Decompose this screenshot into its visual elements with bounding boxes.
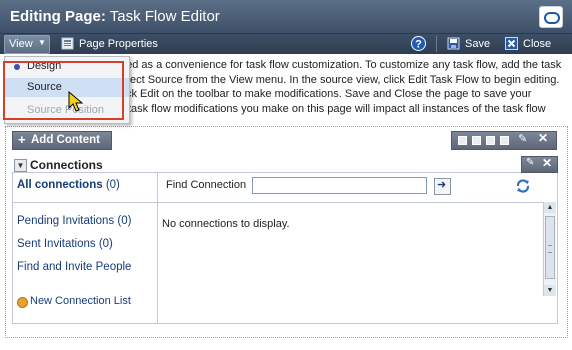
collapse-chevron-icon[interactable]: ▼	[14, 159, 27, 172]
wrench-icon[interactable]: ✎	[518, 132, 527, 145]
save-icon[interactable]	[447, 37, 460, 50]
view-menu-button[interactable]: View ▼	[4, 35, 50, 54]
scroll-down-icon[interactable]: ▼	[544, 285, 556, 296]
toolbar-divider	[436, 36, 437, 52]
close-icon[interactable]: ✕	[542, 156, 552, 170]
close-icon[interactable]: ✕	[538, 131, 548, 145]
find-go-button[interactable]	[434, 178, 451, 195]
all-connections-link[interactable]: All connections (0)	[17, 179, 120, 191]
title-prefix: Editing Page:	[10, 8, 106, 25]
layout-toolbar: ✎ ✕	[451, 131, 557, 150]
scroll-up-icon[interactable]: ▲	[544, 202, 556, 213]
connections-tools: ✎ ✕	[521, 156, 558, 173]
page-title: Editing Page: Task Flow Editor	[10, 8, 220, 25]
save-button[interactable]: Save	[465, 38, 490, 50]
find-invite-people-link[interactable]: Find and Invite People	[17, 261, 131, 273]
view-menu-label: View	[9, 38, 33, 50]
close-icon[interactable]	[505, 37, 518, 50]
empty-message: No connections to display.	[162, 218, 290, 230]
new-connection-list-link[interactable]: New Connection List	[30, 295, 131, 307]
sidebar-divider	[12, 202, 157, 203]
layout-two-column-icon[interactable]	[486, 136, 495, 145]
layout-two-row-icon[interactable]	[472, 136, 481, 145]
sent-invitations-link[interactable]: Sent Invitations (0)	[17, 238, 113, 250]
scrollbar[interactable]: ▲ ▼	[543, 202, 556, 296]
content-divider	[158, 202, 543, 203]
highlight-callout	[3, 61, 124, 120]
add-list-icon	[17, 297, 28, 308]
svg-text:?: ?	[415, 39, 422, 51]
scroll-grip	[548, 245, 552, 253]
chevron-down-icon: ▼	[38, 38, 46, 47]
refresh-icon[interactable]	[514, 177, 532, 195]
help-icon[interactable]: ?	[411, 36, 426, 51]
plus-icon: +	[18, 132, 26, 147]
add-content-button[interactable]: + Add Content	[12, 131, 112, 150]
oracle-logo-icon	[539, 6, 563, 28]
find-connection-input[interactable]	[252, 177, 427, 194]
pending-invitations-link[interactable]: Pending Invitations (0)	[17, 215, 131, 227]
page-properties-icon[interactable]	[61, 37, 74, 50]
all-connections-count: (0)	[105, 179, 120, 191]
wrench-icon[interactable]: ✎	[526, 157, 534, 168]
scroll-thumb[interactable]	[545, 216, 555, 279]
page-properties-button[interactable]: Page Properties	[79, 38, 158, 50]
layout-three-column-icon[interactable]	[500, 136, 509, 145]
close-button[interactable]: Close	[523, 38, 551, 50]
find-connection-label: Find Connection	[166, 179, 247, 191]
mouse-pointer-icon	[68, 91, 84, 112]
connections-title: Connections	[30, 158, 103, 172]
layout-one-column-icon[interactable]	[458, 136, 467, 145]
all-connections-label: All connections	[17, 179, 103, 191]
title-name: Task Flow Editor	[109, 8, 220, 25]
add-content-label: Add Content	[31, 134, 100, 146]
